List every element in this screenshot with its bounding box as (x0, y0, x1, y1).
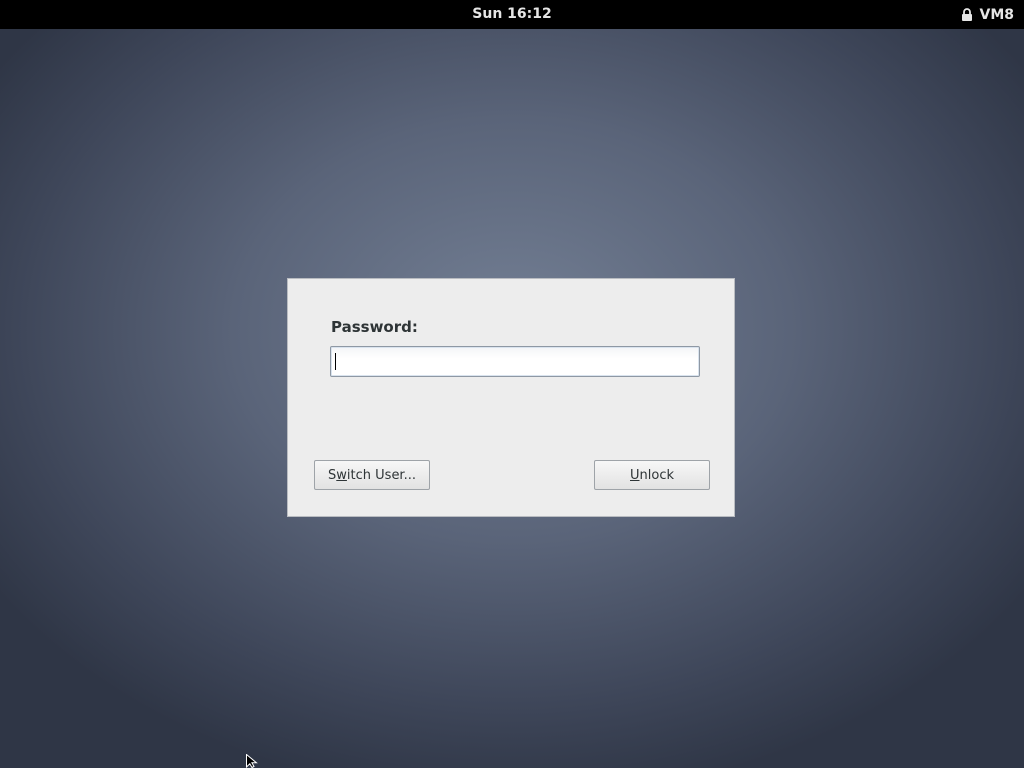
password-label: Password: (331, 318, 418, 336)
unlock-mnemonic: U (630, 467, 640, 483)
text-caret (335, 353, 336, 370)
user-name: VM8 (979, 6, 1014, 23)
switch-user-button[interactable]: Switch User... (314, 460, 430, 490)
top-panel: Sun 16:12 VM8 (0, 0, 1024, 29)
status-menu[interactable]: VM8 (961, 0, 1014, 29)
unlock-dialog: Password: Switch User... Unlock (287, 278, 735, 517)
lock-icon (961, 7, 973, 22)
password-input[interactable] (330, 346, 700, 377)
switch-user-label-rest: itch User... (346, 467, 416, 483)
mouse-pointer-icon (246, 754, 258, 768)
clock[interactable]: Sun 16:12 (0, 0, 1024, 29)
switch-user-mnemonic: w (336, 467, 347, 483)
unlock-button[interactable]: Unlock (594, 460, 710, 490)
unlock-label-rest: nlock (639, 467, 674, 483)
